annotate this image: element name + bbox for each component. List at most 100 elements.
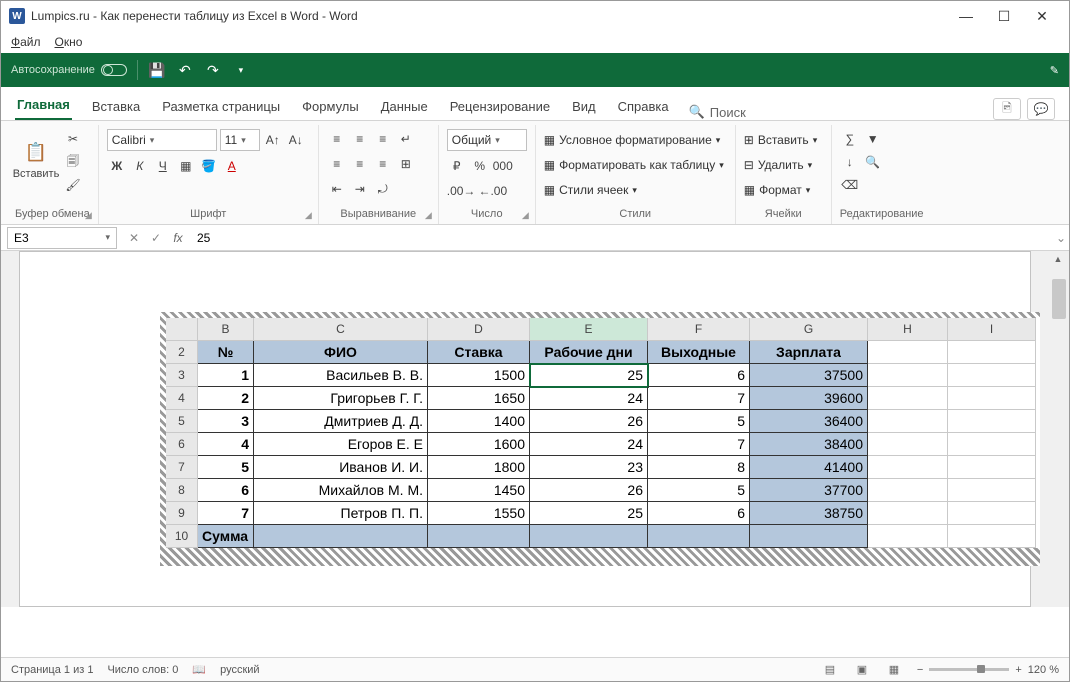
tab-review[interactable]: Рецензирование [448,93,552,120]
column-header[interactable]: D [428,318,530,341]
fill-color-icon[interactable]: 🪣 [199,156,219,176]
cell-offdays[interactable]: 5 [648,479,750,502]
insert-cells-button[interactable]: ⊞Вставить▾ [744,129,817,151]
merge-icon[interactable]: ⊞ [396,154,416,174]
word-count[interactable]: Число слов: 0 [107,664,178,676]
cell-fio[interactable]: Егоров Е. Е [254,433,428,456]
align-top-icon[interactable]: ≡ [327,129,347,149]
cell[interactable] [948,410,1036,433]
cell[interactable] [868,456,948,479]
underline-button[interactable]: Ч [153,156,173,176]
select-all-corner[interactable] [166,318,198,341]
comments-button[interactable]: 💬 [1027,98,1055,120]
find-icon[interactable]: 🔍 [863,152,883,172]
delete-cells-button[interactable]: ⊟Удалить▾ [744,154,812,176]
column-header[interactable]: I [948,318,1036,341]
cell-sum[interactable] [254,525,428,548]
qat-dropdown-icon[interactable]: ▾ [232,61,250,79]
launcher-icon[interactable]: ◢ [305,210,312,221]
column-header[interactable]: E [530,318,648,341]
cell-workdays[interactable]: 24 [530,387,648,410]
comma-icon[interactable]: 000 [493,156,513,176]
cell-fio[interactable]: Михайлов М. М. [254,479,428,502]
cell[interactable] [948,433,1036,456]
launcher-icon[interactable]: ◢ [85,210,92,221]
formula-value[interactable]: 25 [189,231,1053,245]
cell[interactable] [868,387,948,410]
align-middle-icon[interactable]: ≡ [350,129,370,149]
zoom-level[interactable]: 120 % [1028,664,1059,676]
tab-view[interactable]: Вид [570,93,598,120]
cell-fio[interactable]: Дмитриев Д. Д. [254,410,428,433]
row-header[interactable]: 6 [166,433,198,456]
cell-salary[interactable]: 36400 [750,410,868,433]
cell-rate[interactable]: 1400 [428,410,530,433]
close-button[interactable]: ✕ [1023,2,1061,30]
fx-icon[interactable]: fx [167,231,189,245]
cell[interactable] [948,525,1036,548]
tab-formulas[interactable]: Формулы [300,93,361,120]
cell-salary[interactable]: 38750 [750,502,868,525]
cell[interactable] [948,502,1036,525]
decrease-decimal-icon[interactable]: ←.00 [478,181,507,201]
cell-number[interactable]: 4 [198,433,254,456]
cell-number[interactable]: 7 [198,502,254,525]
expand-formula-icon[interactable]: ⌄ [1053,231,1069,245]
font-color-icon[interactable]: А [222,156,242,176]
font-name-combo[interactable]: Calibri▾ [107,129,217,151]
tab-help[interactable]: Справка [616,93,671,120]
font-size-combo[interactable]: 11▾ [220,129,260,151]
cell-sum[interactable] [530,525,648,548]
border-icon[interactable]: ▦ [176,156,196,176]
cell-sum[interactable] [648,525,750,548]
cell-salary[interactable]: 37700 [750,479,868,502]
column-header[interactable]: B [198,318,254,341]
search-box[interactable]: 🔍 Поиск [689,104,746,120]
format-painter-icon[interactable]: 🖌 [63,175,83,195]
zoom-slider[interactable] [929,668,1009,671]
clear-icon[interactable]: ⌫ [840,175,860,195]
spreadsheet[interactable]: BCDEFGHI2№ФИОСтавкаРабочие дниВыходныеЗа… [166,318,1040,548]
cell-workdays[interactable]: 26 [530,479,648,502]
copy-icon[interactable]: 🗐 [63,152,83,172]
align-left-icon[interactable]: ≡ [327,154,347,174]
number-format-combo[interactable]: Общий▾ [447,129,527,151]
cell-number[interactable]: 6 [198,479,254,502]
cell[interactable] [868,341,948,364]
share-button[interactable]: 🖻 [993,98,1021,120]
cell-sum[interactable] [428,525,530,548]
row-header[interactable]: 4 [166,387,198,410]
row-header[interactable]: 7 [166,456,198,479]
cell-rate[interactable]: 1450 [428,479,530,502]
column-header[interactable]: C [254,318,428,341]
maximize-button[interactable]: ☐ [985,2,1023,30]
tab-data[interactable]: Данные [379,93,430,120]
cell-sum[interactable] [750,525,868,548]
enter-icon[interactable]: ✓ [145,231,167,245]
cell-offdays[interactable]: 7 [648,433,750,456]
cell-rate[interactable]: 1550 [428,502,530,525]
cell-workdays[interactable]: 23 [530,456,648,479]
cell-number[interactable]: 2 [198,387,254,410]
cell[interactable] [948,456,1036,479]
shrink-font-icon[interactable]: A↓ [286,130,306,150]
cell[interactable] [948,479,1036,502]
align-bottom-icon[interactable]: ≡ [373,129,393,149]
cell-sum-label[interactable]: Сумма [198,525,254,548]
cut-icon[interactable]: ✂ [63,129,83,149]
autosum-icon[interactable]: ∑ [840,129,860,149]
scrollbar-thumb[interactable] [1052,279,1066,319]
tab-home[interactable]: Главная [15,91,72,120]
cell-rate[interactable]: 1500 [428,364,530,387]
redo-icon[interactable]: ↷ [204,61,222,79]
cell-number[interactable]: 1 [198,364,254,387]
row-header[interactable]: 5 [166,410,198,433]
column-header[interactable]: F [648,318,750,341]
column-header[interactable]: G [750,318,868,341]
page-indicator[interactable]: Страница 1 из 1 [11,664,93,676]
cell[interactable] [948,364,1036,387]
cell[interactable] [868,525,948,548]
launcher-icon[interactable]: ◢ [425,210,432,221]
bold-button[interactable]: Ж [107,156,127,176]
cell-workdays[interactable]: 26 [530,410,648,433]
